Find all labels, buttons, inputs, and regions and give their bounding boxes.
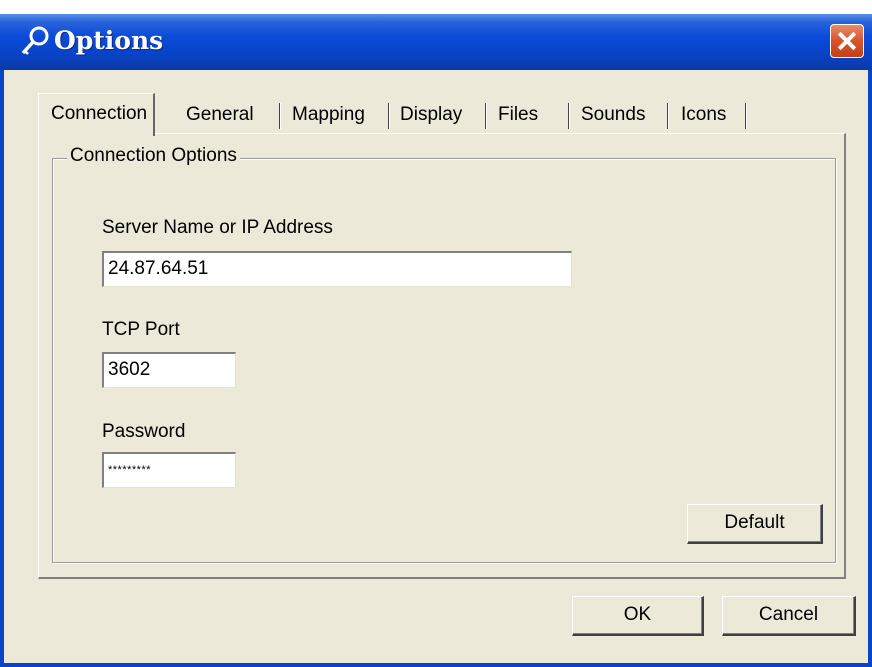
ok-button[interactable]: OK — [572, 596, 704, 636]
group-legend: Connection Options — [67, 145, 240, 167]
tab-divider — [279, 103, 280, 129]
tcp-port-input[interactable]: 3602 — [102, 352, 236, 388]
tab-files[interactable]: Files — [498, 97, 538, 133]
key-icon — [18, 24, 52, 58]
window-title: Options — [54, 26, 164, 55]
options-dialog: Options Connection General Mapping Displ… — [0, 14, 872, 667]
tab-mapping[interactable]: Mapping — [292, 97, 365, 133]
tab-divider — [745, 103, 746, 129]
window-border-bottom — [0, 663, 872, 667]
window-border-right — [868, 70, 872, 667]
server-input[interactable]: 24.87.64.51 — [102, 251, 572, 287]
tab-general[interactable]: General — [186, 97, 254, 133]
tab-connection[interactable]: Connection — [38, 93, 156, 136]
close-icon[interactable] — [830, 24, 864, 58]
tab-sounds[interactable]: Sounds — [581, 97, 645, 133]
connection-options-group: Connection Options Server Name or IP Add… — [52, 145, 836, 563]
cancel-button[interactable]: Cancel — [722, 596, 856, 636]
tab-icons[interactable]: Icons — [681, 97, 726, 133]
tab-divider — [485, 103, 486, 129]
server-label: Server Name or IP Address — [102, 217, 333, 238]
tab-display[interactable]: Display — [400, 97, 462, 133]
password-field[interactable]: ********* — [102, 452, 236, 488]
password-label: Password — [102, 421, 186, 442]
default-button[interactable]: Default — [687, 504, 823, 544]
tab-divider — [667, 103, 668, 129]
window-border-left — [0, 70, 4, 667]
tab-panel-connection: Connection Options Server Name or IP Add… — [38, 133, 846, 579]
tcp-port-label: TCP Port — [102, 319, 180, 340]
title-bar[interactable]: Options — [0, 14, 872, 70]
tab-divider — [568, 103, 569, 129]
tab-divider — [388, 103, 389, 129]
